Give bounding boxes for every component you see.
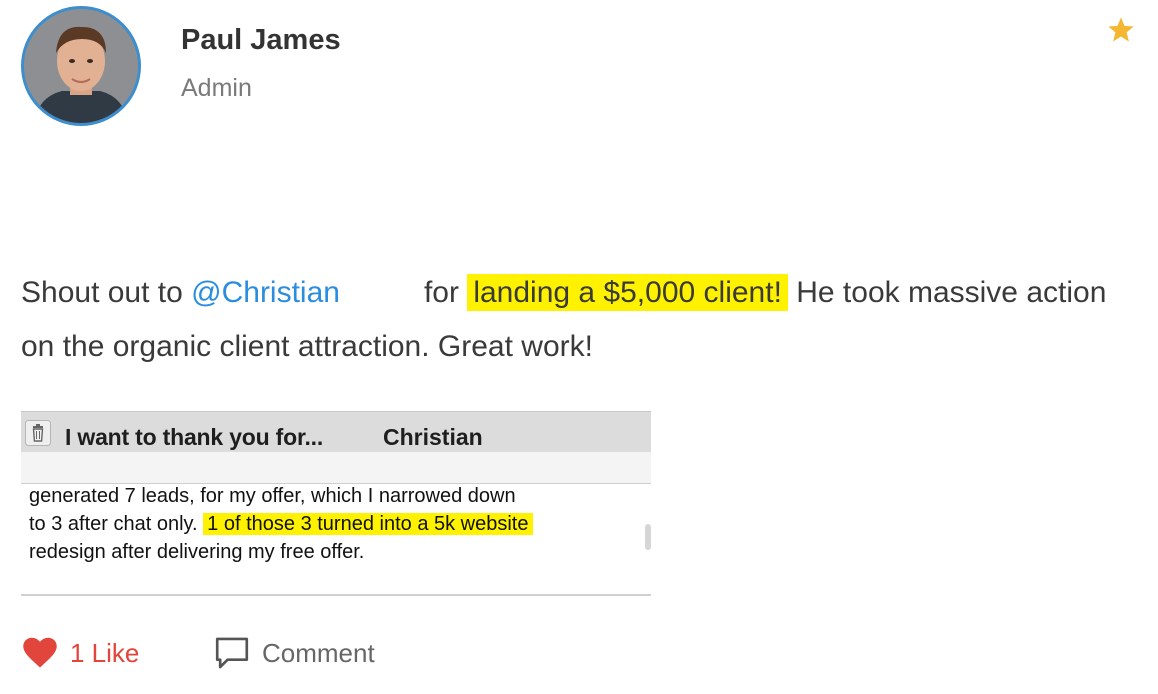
message-line: generated 7 leads, for my offer, which I… xyxy=(29,485,516,507)
message-sender: Christian xyxy=(383,424,483,450)
comment-button[interactable]: Comment xyxy=(214,633,375,673)
comment-label: Comment xyxy=(262,637,375,668)
message-subject: I want to thank you for... xyxy=(65,424,324,450)
like-button[interactable]: 1 Like xyxy=(22,633,139,673)
highlighted-text: landing a $5,000 client! xyxy=(467,274,788,311)
author-name[interactable]: Paul James xyxy=(181,24,341,57)
avatar-portrait xyxy=(24,9,138,123)
message-highlight: 1 of those 3 turned into a 5k website xyxy=(203,513,533,535)
message-body: generated 7 leads, for my offer, which I… xyxy=(29,482,639,566)
post-text: Shout out to @Christian for landing a $5,… xyxy=(21,266,1141,374)
message-scrollbar xyxy=(645,524,651,550)
mention-link[interactable]: @Christian xyxy=(191,276,340,309)
author-role: Admin xyxy=(181,74,252,102)
trash-icon xyxy=(25,420,51,446)
post-for: for xyxy=(423,276,459,309)
message-bottom-border xyxy=(21,594,651,596)
message-header-bar: I want to thank you for... Christian xyxy=(21,411,651,452)
comment-icon xyxy=(215,637,249,669)
message-line: redesign after delivering my free offer. xyxy=(29,541,365,563)
message-line: to 3 after chat only. 1 of those 3 turne… xyxy=(29,510,639,538)
like-count: 1 Like xyxy=(70,637,140,668)
message-toolbar-strip xyxy=(21,452,651,484)
attached-screenshot[interactable]: I want to thank you for... Christian gen… xyxy=(21,411,651,597)
star-icon[interactable] xyxy=(1105,14,1137,46)
avatar[interactable] xyxy=(21,6,141,126)
heart-icon xyxy=(23,637,57,668)
post-prefix: Shout out to xyxy=(21,276,192,309)
